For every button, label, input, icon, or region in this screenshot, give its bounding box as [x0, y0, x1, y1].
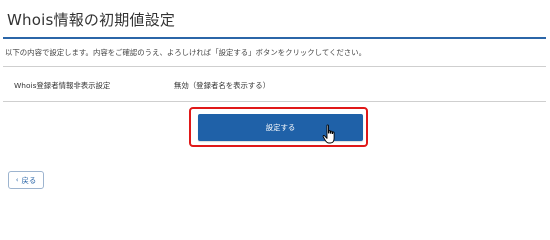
back-button-label: 戻る: [21, 175, 37, 185]
submit-button[interactable]: 設定する: [198, 114, 363, 141]
title-underline: [3, 37, 546, 39]
chevron-left-icon: ‹: [15, 176, 19, 184]
row-divider-bottom: [3, 101, 546, 102]
row-divider-top: [3, 66, 546, 67]
back-button[interactable]: ‹ 戻る: [8, 171, 44, 189]
instruction-text: 以下の内容で設定します。内容をご確認のうえ、よろしければ「設定する」ボタンをクリ…: [5, 48, 366, 57]
setting-value: 無効（登録者名を表示する）: [174, 81, 271, 90]
page-title: Whois情報の初期値設定: [7, 11, 176, 29]
pointer-cursor-icon: [322, 124, 335, 144]
setting-label: Whois登録者情報非表示設定: [14, 81, 111, 90]
